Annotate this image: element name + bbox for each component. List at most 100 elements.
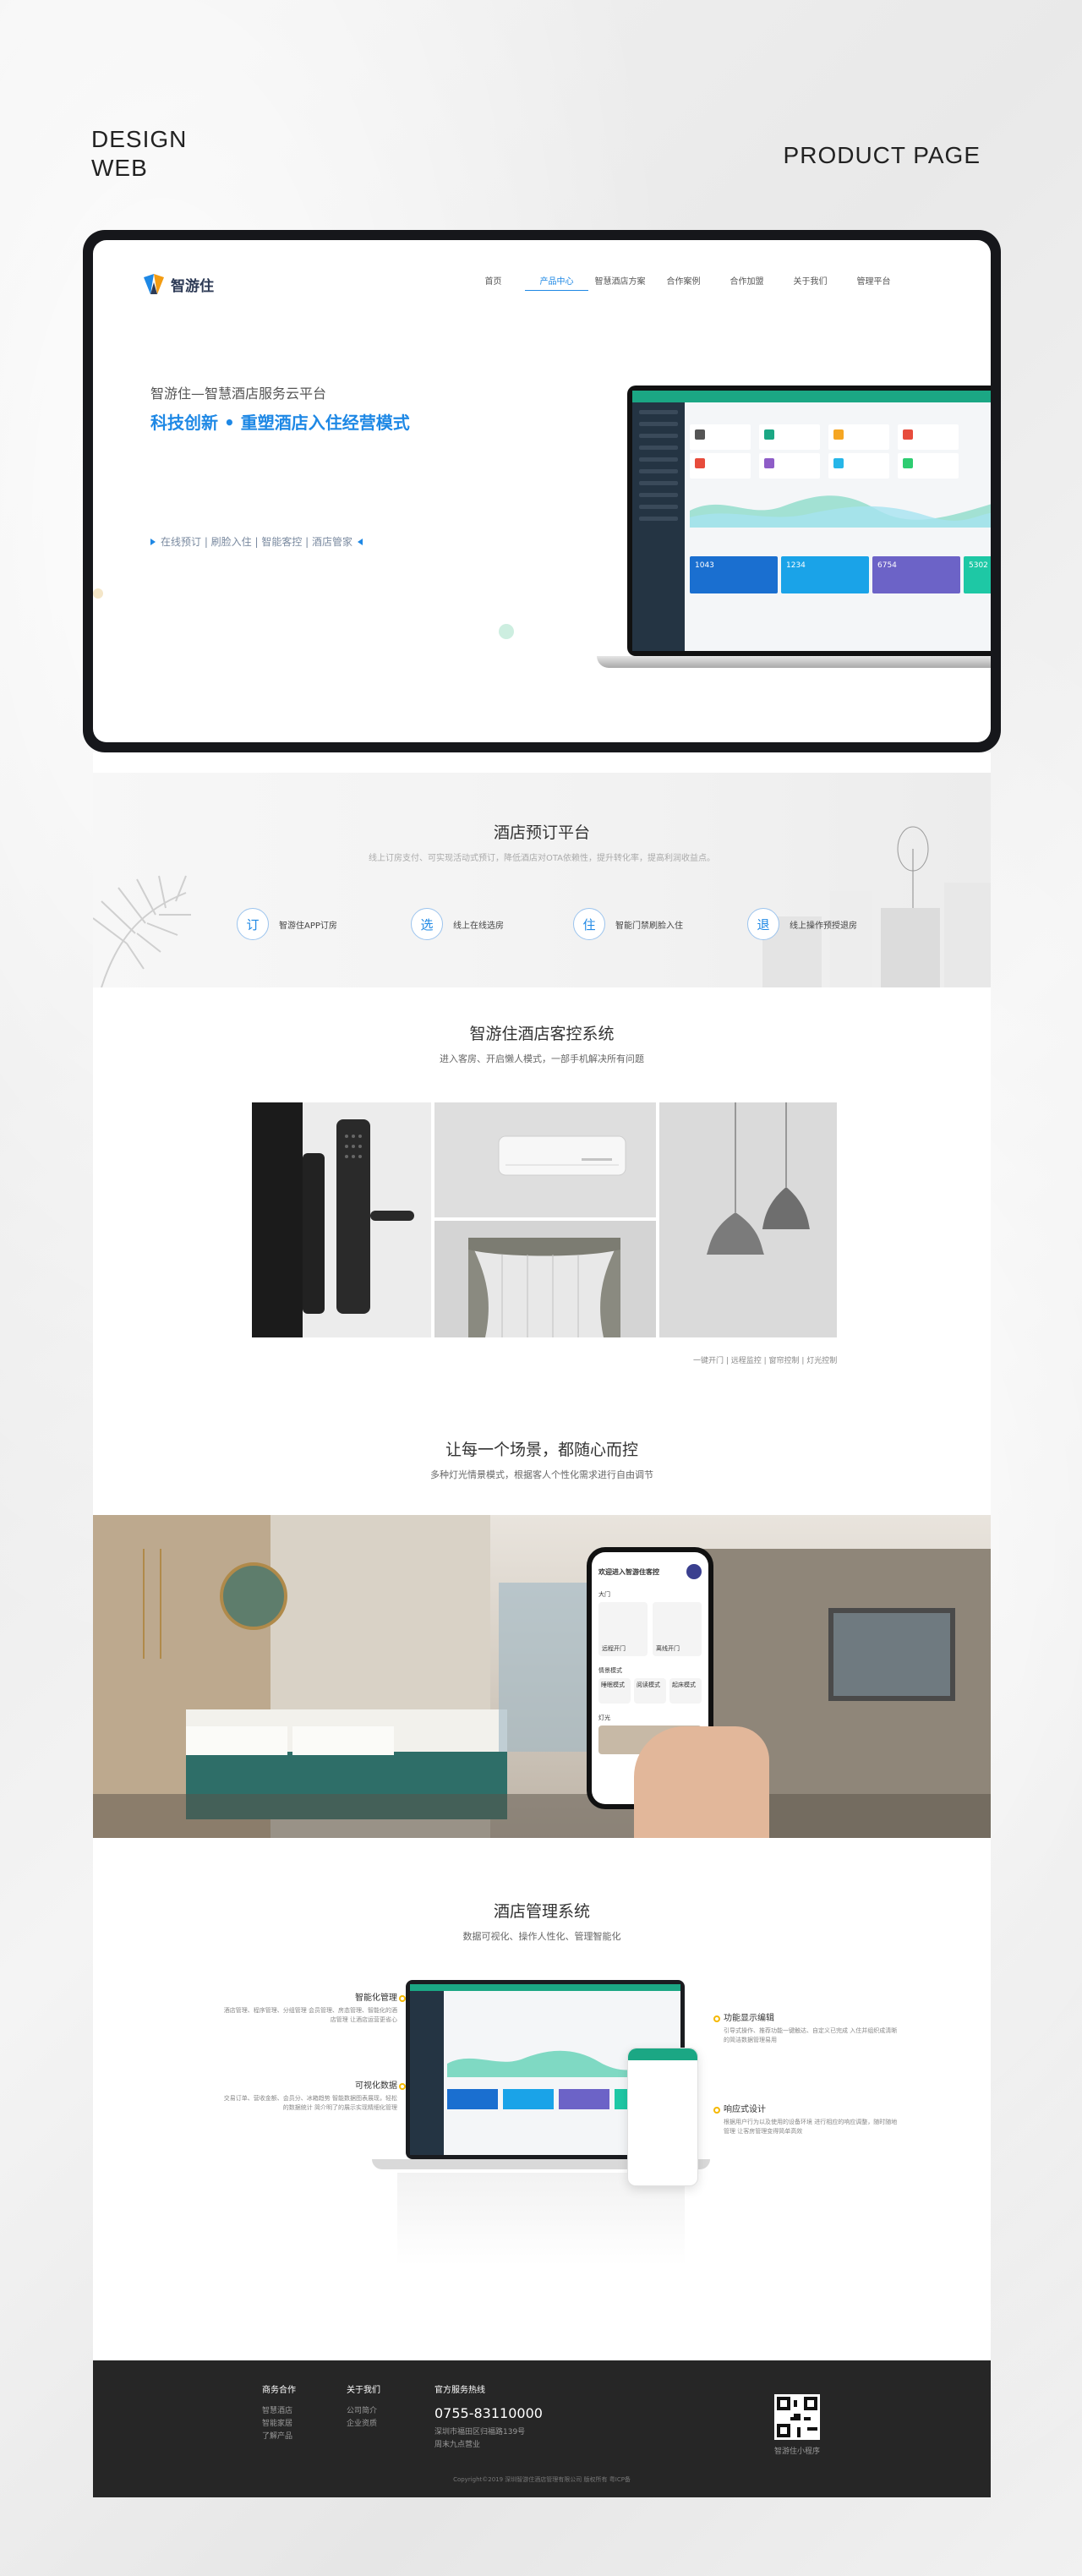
dash-card (759, 453, 820, 479)
feature-label: 智能门禁刷脸入住 (615, 921, 683, 931)
footer-col-title: 关于我们 (347, 2386, 380, 2395)
hero-tags-text: 在线预订 | 刷脸入住 | 智能客控 | 酒店管家 (161, 536, 353, 548)
footer-hours: 周末九点营业 (434, 2441, 481, 2449)
booking-desc: 线上订房支付、可实现活动式预订，降低酒店对OTA依赖性，提升转化率，提高利润收益… (368, 854, 716, 863)
offline-unlock-button[interactable]: 离线开门 (653, 1602, 702, 1656)
reading-mode-button[interactable]: 阅读模式 (634, 1678, 666, 1704)
design-label-line2: WEB (91, 155, 148, 181)
feature-face-checkin: 住 智能门禁刷脸入住 (573, 908, 683, 940)
avatar[interactable] (686, 1564, 702, 1579)
feature-label: 线上在线选房 (453, 921, 504, 931)
footer-col-title: 官方服务热线 (434, 2386, 485, 2395)
hero-screen: 智游住 首页 产品中心 智慧酒店方案 合作案例 合作加盟 关于我们 管理平台 智… (93, 240, 991, 742)
dash-card (690, 453, 751, 479)
design-web-label: DESIGN WEB (91, 125, 187, 183)
room-control-subtitle: 进入客房、开启懒人模式，一部手机解决所有问题 (440, 1053, 644, 1064)
hotline-number[interactable]: 0755-83110000 (434, 2405, 543, 2421)
wake-mode-button[interactable]: 起床模式 (669, 1678, 702, 1704)
triangle-left-icon (358, 538, 363, 545)
logo-mark-icon (142, 272, 166, 296)
dash-stat: 5302 (964, 556, 991, 593)
curtain-image (434, 1221, 656, 1337)
sleep-mode-button[interactable]: 睡眠模式 (598, 1678, 631, 1704)
phone-section-modes: 情景模式 (598, 1667, 622, 1674)
room-select-icon: 选 (411, 908, 443, 940)
dash-card (759, 424, 820, 450)
callout-text: 酒店管理、程序管理、分组管理 会员管理、房态管理、智能化的酒店管理 让酒店运营更… (223, 2007, 397, 2023)
dash-stat: 6754 (872, 556, 960, 593)
dashboard-preview: 1043 1234 6754 5302 (632, 391, 991, 651)
callout-function-edit: 功能显示编辑 引导式操作、推荐功能一键触达、自定义已完成 入住并组织成清晰的简洁… (724, 2010, 901, 2045)
mgmt-table-reflection (397, 2173, 685, 2266)
mgmt-phone-mockup (627, 2048, 698, 2186)
nav-item-home[interactable]: 首页 (462, 274, 525, 291)
callout-text: 引导式操作、推荐功能一键触达、自定义已完成 入住并组织成清晰的简洁数据管理易用 (724, 2027, 898, 2043)
triangle-right-icon (150, 538, 156, 545)
nav-item-admin[interactable]: 管理平台 (842, 274, 905, 291)
dash-card (828, 453, 889, 479)
nav-item-products[interactable]: 产品中心 (525, 274, 588, 291)
design-label-line1: DESIGN (91, 126, 188, 152)
footer-col-business: 商务合作 智慧酒店 智能家居 了解产品 (262, 2382, 296, 2443)
remote-unlock-button[interactable]: 远程开门 (598, 1602, 648, 1656)
laptop-mockup: 1043 1234 6754 5302 (597, 386, 991, 673)
callout-smart-management: 智能化管理 酒店管理、程序管理、分组管理 会员管理、房态管理、智能化的酒店管理 … (220, 1990, 397, 2025)
callout-title: 响应式设计 (724, 2105, 766, 2114)
room-control-caption: 一键开门 | 远程监控 | 窗帘控制 | 灯光控制 (693, 1357, 838, 1365)
qr-label: 智游住小程序 (773, 2447, 820, 2456)
dash-card (828, 424, 889, 450)
decor-dot (499, 624, 514, 639)
callout-text: 根据用户行为以及使用的设备环境 进行相应的响应调整，随时随地管理 让客房管理变得… (724, 2119, 898, 2135)
nav-item-franchise[interactable]: 合作加盟 (715, 274, 779, 291)
footer-link[interactable]: 公司简介 (347, 2405, 380, 2418)
site-logo[interactable]: 智游住 (142, 272, 214, 296)
laptop-base (597, 656, 991, 668)
callout-dot (713, 2015, 720, 2022)
room-control-title: 智游住酒店客控系统 (469, 1025, 615, 1043)
callout-dot (713, 2107, 720, 2114)
copyright-text: Copyright©2019 深圳智游住酒店管理有限公司 版权所有 粤ICP备 (453, 2476, 631, 2483)
footer-col-about: 关于我们 公司简介 企业资质 (347, 2382, 380, 2431)
nav-item-solutions[interactable]: 智慧酒店方案 (588, 274, 652, 291)
scene-title: 让每一个场景，都随心而控 (445, 1441, 638, 1459)
dashboard-wave-chart (690, 495, 991, 528)
booking-section: 酒店预订平台 线上订房支付、可实现活动式预订，降低酒店对OTA依赖性，提升转化率… (93, 773, 991, 987)
scene-subtitle: 多种灯光情景模式，根据客人个性化需求进行自由调节 (430, 1469, 653, 1480)
hero-subtitle: 智游住—智慧酒店服务云平台 (150, 386, 327, 402)
device-frame: 智游住 首页 产品中心 智慧酒店方案 合作案例 合作加盟 关于我们 管理平台 智… (83, 230, 1001, 752)
callout-responsive: 响应式设计 根据用户行为以及使用的设备环境 进行相应的响应调整，随时随地管理 让… (724, 2102, 901, 2136)
management-subtitle: 数据可视化、操作人性化、管理智能化 (462, 1931, 621, 1942)
site-footer: 商务合作 智慧酒店 智能家居 了解产品 关于我们 公司简介 企业资质 官方服务热… (93, 2360, 991, 2497)
nav-item-about[interactable]: 关于我们 (779, 274, 842, 291)
callout-dot (399, 2083, 406, 2090)
dashboard-topbar (632, 391, 991, 402)
hand-image (634, 1726, 769, 1838)
management-title: 酒店管理系统 (493, 1902, 590, 1921)
nav-item-cases[interactable]: 合作案例 (652, 274, 715, 291)
laptop-screen: 1043 1234 6754 5302 (627, 386, 991, 656)
callout-title: 功能显示编辑 (724, 2014, 774, 2023)
phone-section-lights: 灯光 (598, 1715, 610, 1721)
feature-app-booking: 订 智游住APP订房 (237, 908, 337, 940)
dash-stat: 1043 (690, 556, 778, 593)
footer-link[interactable]: 智能家居 (262, 2418, 296, 2431)
hotel-room-image: 欢迎进入智游住客控 大门 远程开门 离线开门 情景模式 睡眠模式 阅读模式 起床… (93, 1515, 991, 1838)
main-nav: 首页 产品中心 智慧酒店方案 合作案例 合作加盟 关于我们 管理平台 (462, 274, 905, 291)
callout-visual-data: 可视化数据 交易订单、营收金额、会员分、冰箱趋势 智能数据图表展现，轻松的数据统… (220, 2078, 397, 2113)
footer-col-title: 商务合作 (262, 2386, 296, 2395)
face-checkin-icon: 住 (573, 908, 605, 940)
footer-link[interactable]: 了解产品 (262, 2431, 296, 2443)
callout-text: 交易订单、营收金额、会员分、冰箱趋势 智能数据图表展现，轻松的数据统计 简介明了… (223, 2095, 397, 2111)
feature-room-select: 选 线上在线选房 (411, 908, 504, 940)
callout-title: 智能化管理 (355, 1994, 397, 2003)
qr-code-icon (774, 2394, 820, 2440)
dashboard-sidebar (632, 402, 685, 651)
footer-col-hotline: 官方服务热线 0755-83110000 深圳市福田区归福路139号 周末九点营… (434, 2382, 543, 2452)
decor-dot (93, 588, 103, 599)
smart-lock-image (252, 1102, 431, 1337)
footer-link[interactable]: 企业资质 (347, 2418, 380, 2431)
footer-link[interactable]: 智慧酒店 (262, 2405, 296, 2418)
dash-card (898, 424, 959, 450)
dash-card (690, 424, 751, 450)
booking-title: 酒店预订平台 (493, 823, 590, 842)
